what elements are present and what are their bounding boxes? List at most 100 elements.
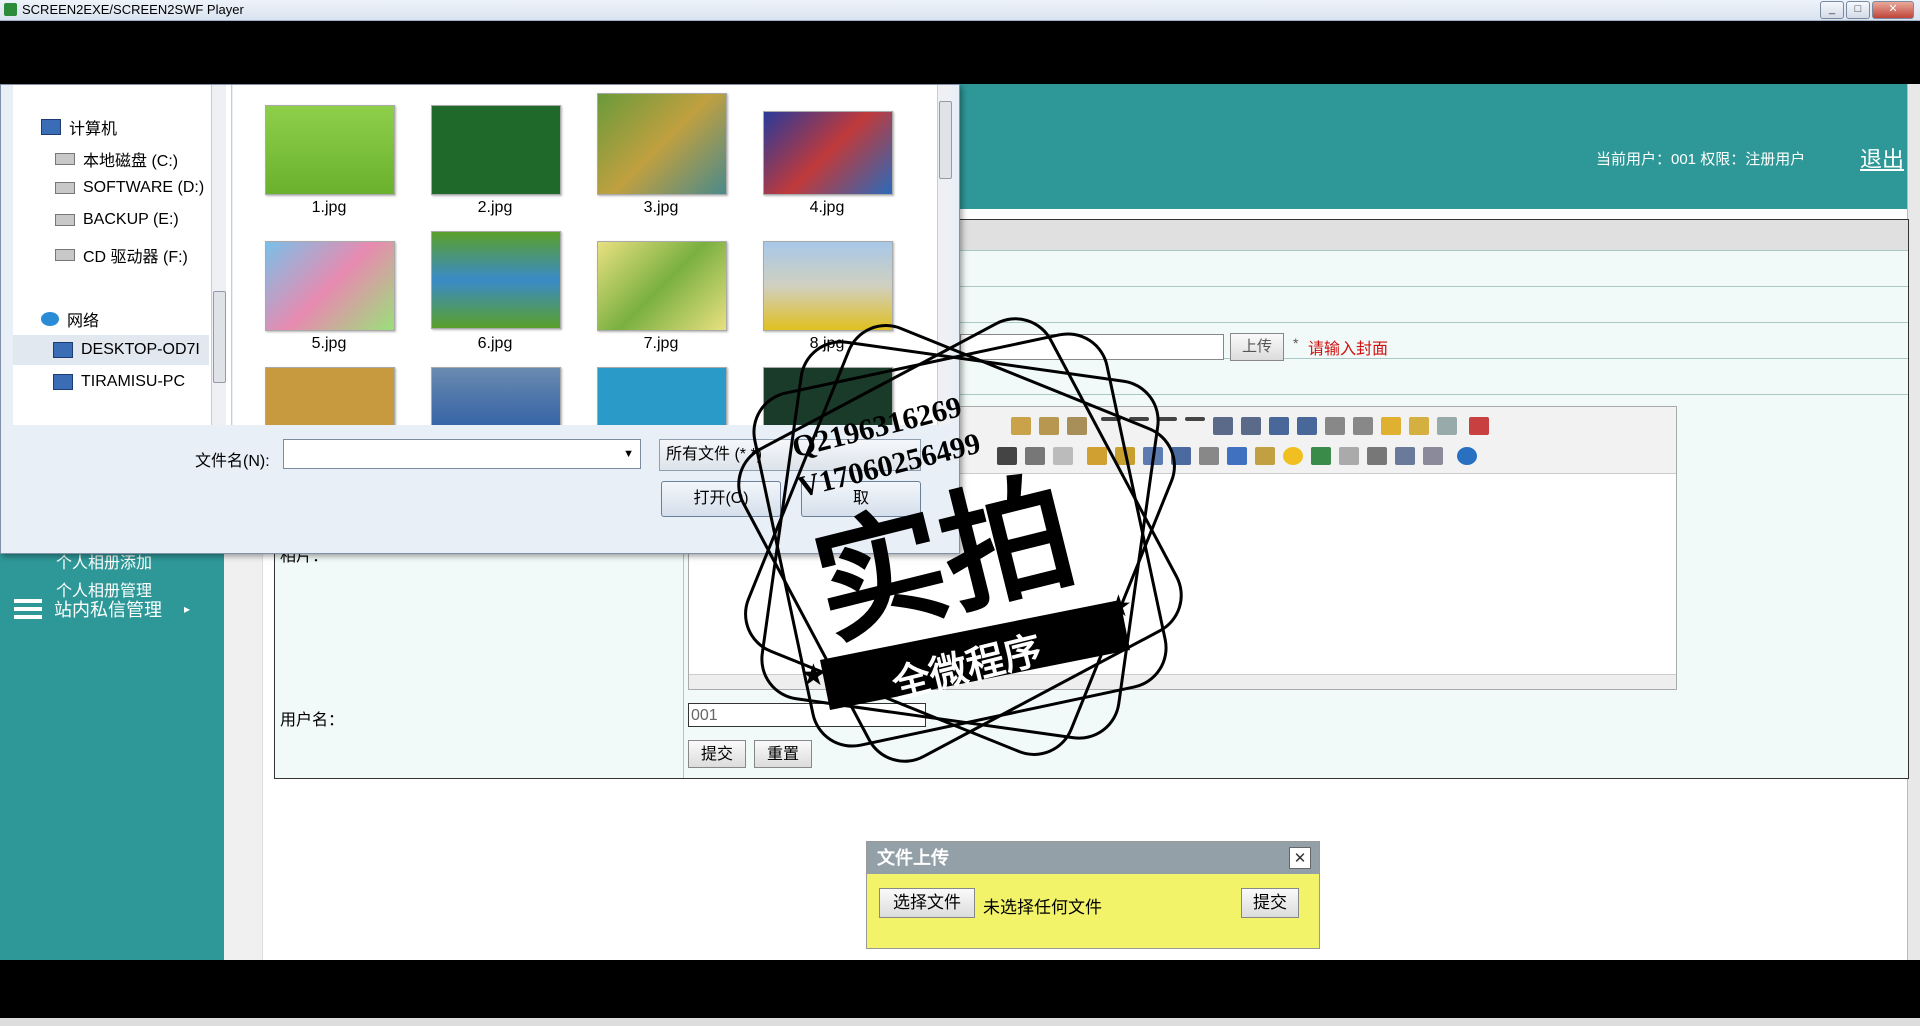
thumbnail-7[interactable] <box>597 241 727 331</box>
thumbnail-9[interactable] <box>265 367 395 425</box>
emoticon-icon[interactable] <box>1283 447 1303 465</box>
select-all-icon[interactable] <box>1409 417 1429 435</box>
thumbnail-4[interactable] <box>763 111 893 195</box>
tree-label: 计算机 <box>69 121 118 138</box>
tree-item-drive-f[interactable]: CD 驱动器 (F:) <box>55 243 188 267</box>
table-icon[interactable] <box>1227 447 1247 465</box>
username-label: 用户名： <box>280 712 345 729</box>
chevron-down-icon[interactable]: ▼ <box>623 448 634 460</box>
file-label: 1.jpg <box>311 199 347 216</box>
attachment-icon[interactable] <box>1199 447 1219 465</box>
file-label: 4.jpg <box>809 199 845 216</box>
paste-icon[interactable] <box>1011 417 1031 435</box>
indent-icon[interactable] <box>1269 417 1289 435</box>
fullscreen-icon[interactable] <box>1469 417 1489 435</box>
page-break-icon[interactable] <box>1339 447 1359 465</box>
strikethrough-icon[interactable] <box>1025 447 1045 465</box>
cancel-button[interactable]: 取 <box>801 481 921 517</box>
thumbnail-12[interactable] <box>763 367 893 425</box>
computer-icon <box>53 374 73 390</box>
align-left-icon[interactable] <box>1101 417 1121 421</box>
file-label: 2.jpg <box>477 199 513 216</box>
unordered-list-icon[interactable] <box>1241 417 1261 435</box>
tree-item-computer[interactable]: 计算机 <box>41 115 117 139</box>
paste-word-icon[interactable] <box>1067 417 1087 435</box>
filename-input[interactable]: ▼ <box>283 439 641 469</box>
align-right-icon[interactable] <box>1157 417 1177 421</box>
cover-input[interactable] <box>960 334 1224 360</box>
ordered-list-icon[interactable] <box>1213 417 1233 435</box>
underline-icon[interactable] <box>997 447 1017 465</box>
media-icon[interactable] <box>1171 447 1191 465</box>
thumbnail-11[interactable] <box>597 367 727 425</box>
stack-icon <box>14 599 42 619</box>
thumbnail-1[interactable] <box>265 105 395 195</box>
flash-icon[interactable] <box>1143 447 1163 465</box>
outdent-icon[interactable] <box>1297 417 1317 435</box>
upload-submit-button[interactable]: 提交 <box>1241 888 1299 918</box>
sidebar-section-messages[interactable]: 站内私信管理 ▸ <box>14 596 190 622</box>
scrollbar-thumb[interactable] <box>939 101 952 179</box>
upload-button[interactable]: 上传 <box>1230 333 1284 361</box>
file-type-select[interactable]: 所有文件 (*.*) <box>659 439 921 471</box>
upload-dialog-header: 文件上传 ✕ <box>867 842 1319 874</box>
submit-button[interactable]: 提交 <box>688 740 746 768</box>
sidebar-section-label: 站内私信管理 <box>54 600 162 620</box>
file-label: 7.jpg <box>643 335 679 352</box>
choose-file-button[interactable]: 选择文件 <box>879 888 975 918</box>
tree-label: 本地磁盘 (C:) <box>83 153 179 170</box>
minimize-button[interactable]: _ <box>1820 1 1844 19</box>
username-field[interactable]: 001 <box>688 703 926 727</box>
open-file-dialog: 计算机 本地磁盘 (C:) SOFTWARE (D:) BACKUP (E:) … <box>0 84 960 554</box>
drive-icon <box>55 153 75 165</box>
subscript-icon[interactable] <box>1325 417 1345 435</box>
grid-scrollbar[interactable] <box>937 85 952 425</box>
app-icon <box>4 3 17 16</box>
superscript-icon[interactable] <box>1353 417 1373 435</box>
cover-hint: 请输入封面 <box>1308 341 1389 358</box>
insert-table-row-icon[interactable] <box>1087 447 1107 465</box>
clear-format-icon[interactable] <box>1381 417 1401 435</box>
thumbnail-2[interactable] <box>431 105 561 195</box>
file-label: 8.jpg <box>809 335 845 352</box>
help-icon[interactable] <box>1457 447 1477 465</box>
eraser-icon[interactable] <box>1053 447 1073 465</box>
required-mark: * <box>1293 335 1299 351</box>
close-window-button[interactable]: ✕ <box>1872 1 1914 19</box>
insert-column-icon[interactable] <box>1115 447 1135 465</box>
link-icon[interactable] <box>1395 447 1415 465</box>
tree-item-drive-d[interactable]: SOFTWARE (D:) <box>55 179 204 197</box>
open-button[interactable]: 打开(O) <box>661 481 781 517</box>
anchor-icon[interactable] <box>1367 447 1387 465</box>
reset-button[interactable]: 重置 <box>754 740 812 768</box>
thumbnail-6[interactable] <box>431 231 561 329</box>
paste-text-icon[interactable] <box>1039 417 1059 435</box>
tree-label: DESKTOP-OD7I <box>81 341 200 358</box>
scrollbar-thumb[interactable] <box>213 291 226 383</box>
folder-tree: 计算机 本地磁盘 (C:) SOFTWARE (D:) BACKUP (E:) … <box>13 85 232 425</box>
tree-item-drive-e[interactable]: BACKUP (E:) <box>55 211 179 229</box>
thumbnail-8[interactable] <box>763 241 893 331</box>
tree-label: CD 驱动器 (F:) <box>83 249 188 266</box>
tree-item-drive-c[interactable]: 本地磁盘 (C:) <box>55 147 178 171</box>
tree-scrollbar[interactable] <box>211 85 226 425</box>
image-icon[interactable] <box>1311 447 1331 465</box>
chevron-right-icon: ▸ <box>184 602 191 616</box>
tree-item-tiramisu[interactable]: TIRAMISU-PC <box>53 373 185 391</box>
logout-link[interactable]: 退出 <box>1860 142 1904 174</box>
justify-icon[interactable] <box>1185 417 1205 421</box>
horizontal-rule-icon[interactable] <box>1255 447 1275 465</box>
cursor-icon[interactable] <box>1437 417 1457 435</box>
align-center-icon[interactable] <box>1129 417 1149 421</box>
file-label: 5.jpg <box>311 335 347 352</box>
filename-label: 文件名(N): <box>195 453 270 470</box>
upload-dialog-close-button[interactable]: ✕ <box>1289 847 1311 869</box>
unlink-icon[interactable] <box>1423 447 1443 465</box>
tree-item-network[interactable]: 网络 <box>41 307 99 331</box>
thumbnail-3[interactable] <box>597 93 727 195</box>
tree-item-desktop[interactable]: DESKTOP-OD7I <box>13 335 209 365</box>
thumbnail-5[interactable] <box>265 241 395 331</box>
thumbnail-10[interactable] <box>431 367 561 425</box>
cd-drive-icon <box>55 249 75 261</box>
maximize-button[interactable]: □ <box>1846 1 1870 19</box>
